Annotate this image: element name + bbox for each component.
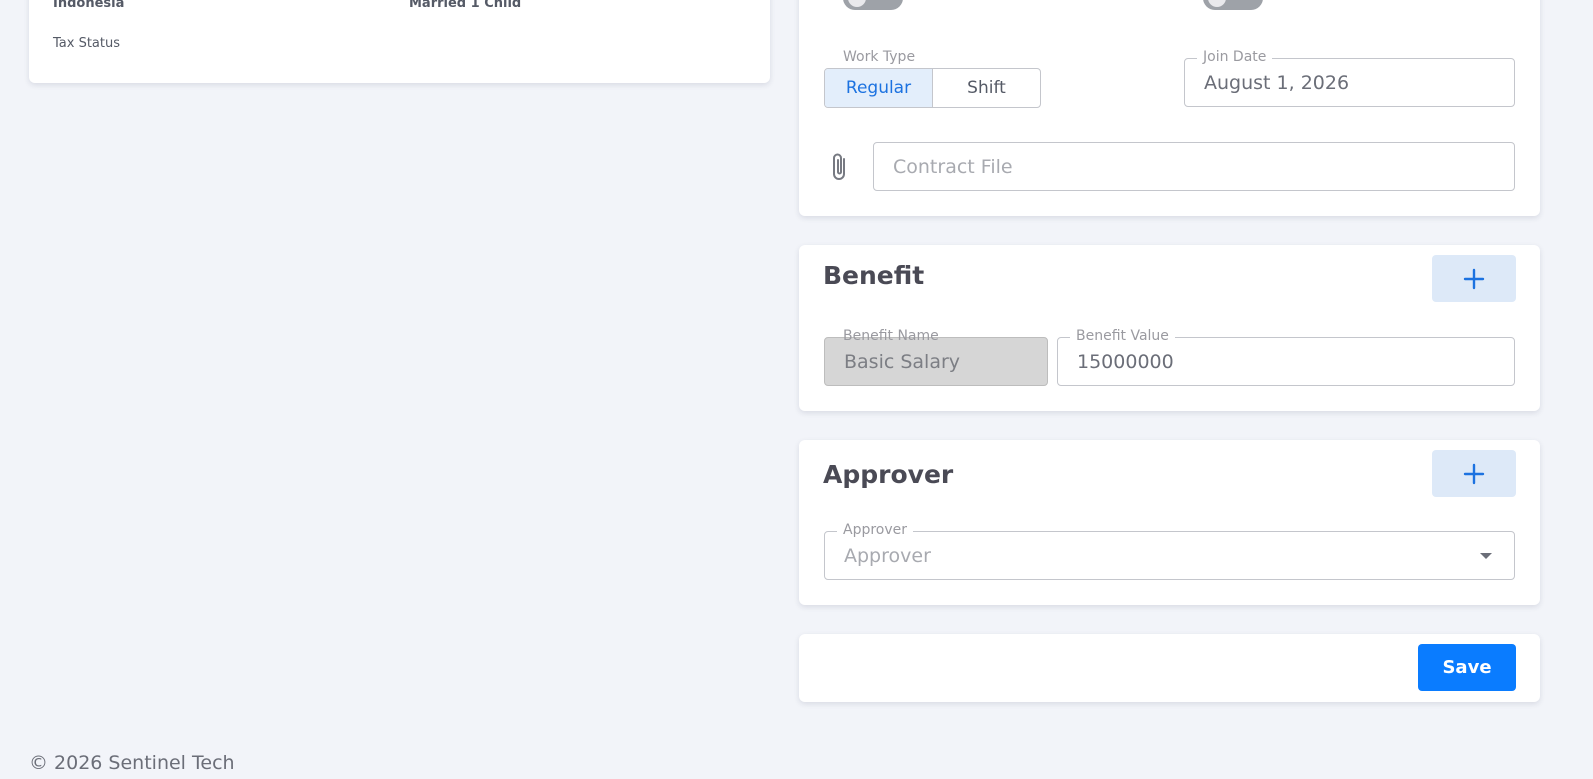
caret-down-icon — [1480, 553, 1492, 559]
contract-file-placeholder: Contract File — [893, 155, 1013, 178]
approver-title: Approver — [823, 460, 954, 489]
toggle-knob — [1208, 0, 1226, 7]
nationality-value: Indonesia — [53, 0, 125, 11]
plus-icon — [1463, 268, 1485, 289]
toggle-knob — [848, 0, 866, 7]
approver-placeholder: Approver — [844, 544, 931, 567]
marital-status-value: Married 1 Child — [409, 0, 522, 11]
join-date-value: August 1, 2026 — [1204, 71, 1350, 94]
employment-card: Work Type Regular Shift Join Date August… — [799, 0, 1540, 216]
footer-copyright: © 2026 Sentinel Tech — [29, 752, 235, 774]
work-type-toggle: Regular Shift — [824, 68, 1041, 108]
add-benefit-button[interactable] — [1432, 255, 1516, 302]
plus-icon — [1463, 463, 1485, 484]
action-bar: Save — [799, 634, 1540, 702]
save-button[interactable]: Save — [1418, 644, 1516, 691]
benefit-card: Benefit Benefit Name Basic Salary Benefi… — [799, 245, 1540, 411]
paperclip-icon[interactable] — [827, 150, 853, 184]
work-type-shift[interactable]: Shift — [933, 69, 1040, 107]
tax-status-label: Tax Status — [53, 36, 121, 51]
contract-file-input[interactable]: Contract File — [873, 142, 1515, 191]
benefit-name-field: Benefit Name Basic Salary — [824, 328, 1048, 386]
approver-card: Approver Approver Approver — [799, 440, 1540, 605]
work-type-regular[interactable]: Regular — [825, 69, 933, 107]
approver-select[interactable]: Approver Approver — [824, 522, 1515, 580]
work-type-label: Work Type — [843, 49, 916, 65]
benefit-value-value: 15000000 — [1077, 350, 1174, 373]
benefit-name-value: Basic Salary — [844, 350, 961, 373]
benefit-value-field[interactable]: Benefit Value 15000000 — [1057, 328, 1515, 386]
toggle-switch[interactable] — [1203, 0, 1263, 10]
profile-card: Indonesia Married 1 Child Tax Status — [29, 0, 770, 83]
add-approver-button[interactable] — [1432, 450, 1516, 497]
join-date-field[interactable]: Join Date August 1, 2026 — [1184, 49, 1515, 107]
benefit-title: Benefit — [823, 261, 925, 290]
toggle-switch[interactable] — [843, 0, 903, 10]
